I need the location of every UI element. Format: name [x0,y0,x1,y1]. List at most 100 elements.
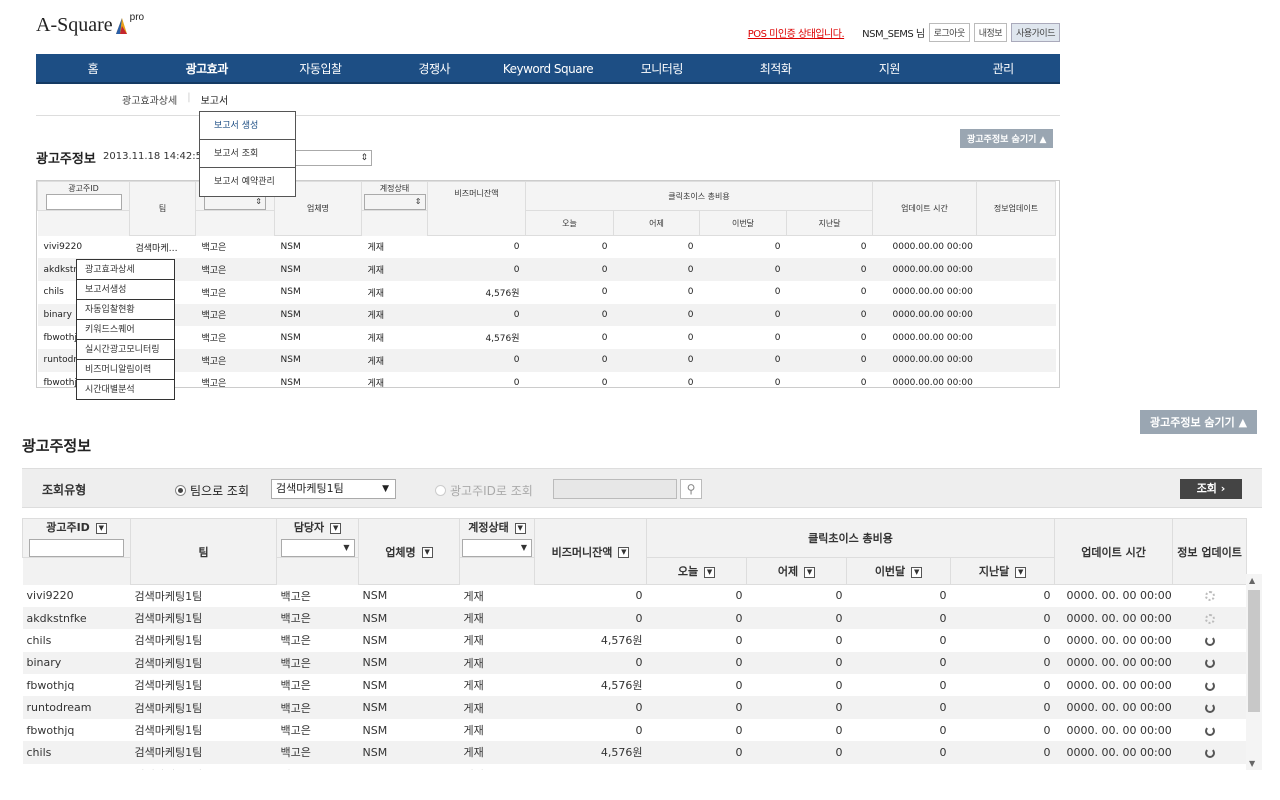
table-row[interactable]: vivi9220 검색마케팅1팀 백고은 NSM 게재 0 0 0 0 0 0000. 00. 00… [23,585,1247,607]
search-icon[interactable]: ⚲ [680,479,702,499]
filter-dropdown-icon[interactable]: ▼ [330,522,342,534]
radio-unchecked-icon [435,485,446,496]
context-menu-item[interactable]: 자동입찰현황 [77,300,174,320]
refresh-icon[interactable] [1204,703,1215,714]
table-row[interactable]: runtodr 백고은 NSM 게재 0 0 0 0 0 0000.00.00 00:00 [37,348,1056,372]
cell-time: 0000. 00. 00 00:00 [1054,696,1173,719]
cell-status: 게재 [367,334,385,345]
table-row[interactable]: fbwothj 백고은 NSM 게재 4,576원 0 0 0 0 0000.00.00 00:0… [38,326,1056,349]
table-row[interactable]: chils 검색마케팅1팀 백고은 NSM 게재 4,576원 0 0 0 0 0000. 00. … [22,741,1247,764]
cell-biz: NSM [280,377,301,388]
table-row[interactable]: fbwothjq 검색마케팅1팀 백고은 NSM 게재 0 0 0 0 0 0000. 00. 00… [23,719,1247,741]
cell-info-update [1173,674,1247,696]
cell-status: 게재 [463,589,484,603]
pos-status-link[interactable]: POS 미인증 상태입니다. [748,25,845,40]
table-row[interactable]: runtodream 검색마케팅1팀 백고은 NSM 게재 0 0 0 0 0 0000. 00. … [22,696,1247,719]
status-filter-select[interactable]: ▼ [462,539,532,557]
context-menu-item[interactable]: 보고서생성 [77,280,174,300]
refresh-icon[interactable] [1204,680,1215,691]
cell-info-update [1173,719,1247,741]
nav-item[interactable]: 관리 [946,54,1060,82]
report-menu-item[interactable]: 보고서 생성 [200,112,295,140]
loading-spinner-icon[interactable] [1204,613,1215,624]
context-menu-item[interactable]: 시간대별분석 [77,380,174,399]
subnav-ad-detail[interactable]: 광고효과상세 [122,92,177,107]
cell-id: chils [22,741,131,764]
report-menu-item[interactable]: 보고서 예약관리 [200,168,295,196]
filter-dropdown-icon[interactable]: ▼ [911,566,923,578]
logo[interactable]: A-Square pro [36,12,144,37]
context-menu-item[interactable]: 실시간광고모니터링 [77,340,174,360]
refresh-icon[interactable] [1204,635,1215,646]
nav-item[interactable]: Keyword Square [491,54,605,82]
table-row[interactable]: akdkstnfke검색마케팅1팀백고은NSM게재000000000. 00. … [22,606,1247,630]
nav-item[interactable]: 홈 [36,54,150,82]
filter-dropdown-icon[interactable]: ▼ [421,547,433,558]
refresh-icon[interactable] [1204,725,1215,736]
table-row[interactable]: akdkstnfke검색마케팅1팀백고은NSM게재000000000. 00. … [23,764,1247,770]
nav-item[interactable]: 지원 [832,54,946,82]
cell-id: vivi9220 [26,589,74,603]
table-row[interactable]: akdkstn 백고은 NSM 게재 0 0 0 0 0 0000.00.00 00:00 [37,258,1056,281]
scroll-up-icon[interactable]: ▲ [1249,576,1255,585]
cell-last-month: 0 [1043,589,1051,603]
loading-spinner-icon[interactable] [1204,591,1215,602]
col-status: 계정상태 ▼ ▼ [459,518,535,558]
my-info-button[interactable]: 내정보 [973,23,1008,42]
filter-dropdown-icon[interactable]: ▼ [95,522,107,534]
table-row[interactable]: fbwothj 백고은 NSM 게재 0 0 0 0 0 0000.00.00 00:00 [38,372,1056,395]
team-select[interactable]: 검색마케팅1팀 ▼ [271,479,396,499]
cell-status: 게재 [361,258,428,281]
refresh-icon[interactable] [1204,658,1215,669]
scrollbar-thumb[interactable] [1248,590,1260,712]
cell-mgr: 백고은 [201,334,227,345]
table-row[interactable]: chils 검색마케팅1팀 백고은 NSM 게재 4,576원 0 0 0 0 0000. 00. … [23,629,1247,651]
context-menu-item[interactable]: 비즈머니알림이력 [77,360,174,380]
search-submit-button[interactable]: 조회 › [1180,479,1242,499]
table-scrollbar[interactable]: ▲ ▼ [1246,574,1262,770]
cell-info-update [977,326,1056,349]
cell-biz: NSM [362,723,388,737]
col-biz: 업체명 ▼ [358,518,460,585]
advertiser-id-search-input[interactable] [553,479,677,499]
radio-by-team[interactable]: 팀으로 조회 [175,482,249,499]
filter-dropdown-icon[interactable]: ▼ [804,566,816,578]
table-row[interactable]: vivi9220 검색마케… 백고은 NSM 게재 0 0 0 0 0 0000.00.00 00:… [38,236,1056,259]
table-row[interactable]: binary 백고은 NSM 게재 0 0 0 0 0 0000.00.00 00:00 [37,303,1056,327]
spacer-cell [22,557,131,585]
subnav-report[interactable]: 보고서 [201,92,229,107]
nav-item[interactable]: 최적화 [719,54,833,82]
cell-status: 게재 [361,348,428,372]
filter-dropdown-icon[interactable]: ▼ [704,566,716,578]
context-menu-item[interactable]: 키워드스퀘어 [77,320,174,340]
filter-dropdown-icon[interactable]: ▼ [514,522,526,534]
table-row[interactable]: binary 검색마케팅1팀 백고은 NSM 게재 0 0 0 0 0 0000. 00. 00 0… [22,651,1247,675]
scroll-down-icon[interactable]: ▼ [1249,759,1255,768]
table-row[interactable]: fbwothjq 검색마케팅1팀 백고은 NSM 게재 4,576원 0 0 0 0 0000. 0… [23,674,1247,696]
advertiser-id-filter-input[interactable] [29,539,124,557]
advertiser-id-filter[interactable] [45,193,122,210]
cell-biz: NSM [358,696,460,719]
nav-item[interactable]: 모니터링 [605,54,719,82]
hide-advertiser-info-button[interactable]: 광고주정보 숨기기 ▲ [960,129,1054,148]
spacer-cell [361,210,428,236]
cell-time: 0000. 00. 00 00:00 [1054,651,1173,675]
nav-item[interactable]: 광고효과 [150,54,264,82]
nav-item[interactable]: 경쟁사 [377,54,491,82]
filter-dropdown-icon[interactable]: ▼ [1015,566,1027,578]
cell-yesterday: 0 [613,258,700,281]
context-menu-item[interactable]: 광고효과상세 [77,260,174,280]
filter-dropdown-icon[interactable]: ▼ [618,547,630,558]
manager-filter-select[interactable]: ▼ [280,539,355,557]
nav-item[interactable]: 자동입찰 [264,54,378,82]
cell-id: fbwothjq [26,723,75,737]
logout-button[interactable]: 로그아웃 [928,23,970,42]
refresh-icon[interactable] [1204,747,1215,758]
hide-advertiser-info-button-main[interactable]: 광고주정보 숨기기 ▲ [1140,410,1258,434]
cell-last-month: 0 [1043,633,1051,647]
report-menu-item[interactable]: 보고서 조회 [200,140,295,168]
status-filter[interactable]: ⇕ [363,193,426,210]
radio-by-id[interactable]: 광고주ID로 조회 [435,482,533,499]
guide-button[interactable]: 사용가이드 [1011,23,1060,42]
table-row[interactable]: chils 백고은 NSM 게재 4,576원 0 0 0 0 0000.00.00 00:00 [38,281,1056,304]
